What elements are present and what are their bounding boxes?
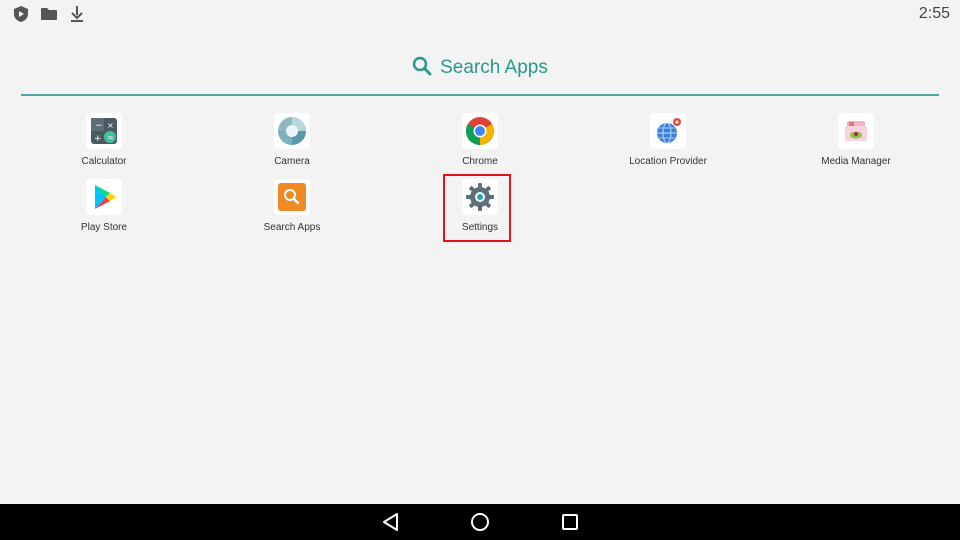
app-location-provider[interactable]: Location Provider: [574, 110, 762, 176]
app-camera[interactable]: Camera: [198, 110, 386, 176]
clock: 2:55: [918, 5, 950, 22]
search-apps-bar[interactable]: Search Apps: [0, 50, 960, 86]
calculator-icon: − × + =: [86, 113, 122, 149]
app-label: Location Provider: [629, 156, 707, 167]
home-icon: [471, 513, 489, 531]
folder-icon: [40, 5, 58, 23]
app-row: Play Store Search Apps Settings: [10, 176, 950, 242]
search-label: Search Apps: [440, 57, 548, 78]
app-label: Media Manager: [821, 156, 891, 167]
android-home-screen: 2:55 Search Apps − × + = Calculator Came…: [0, 0, 960, 540]
home-button[interactable]: [470, 512, 490, 532]
app-label: Search Apps: [263, 222, 321, 233]
svg-text:×: ×: [107, 121, 114, 130]
recents-button[interactable]: [560, 512, 580, 532]
back-icon: [383, 513, 398, 531]
app-label: Chrome: [462, 156, 498, 167]
camera-icon: [274, 113, 310, 149]
back-button[interactable]: [381, 512, 401, 532]
app-label: Calculator: [81, 156, 127, 167]
app-media-manager[interactable]: Media Manager: [762, 110, 950, 176]
svg-text:=: =: [107, 133, 114, 142]
notification-icons: [12, 5, 86, 23]
search-underline: [21, 94, 939, 96]
app-search-apps[interactable]: Search Apps: [198, 176, 386, 242]
play-protect-icon: [12, 5, 30, 23]
svg-text:−: −: [95, 121, 103, 131]
app-label: Play Store: [80, 222, 128, 233]
app-label: Settings: [461, 222, 499, 233]
app-label: Camera: [274, 156, 310, 167]
download-icon: [68, 5, 86, 23]
recents-icon: [562, 514, 578, 530]
chrome-icon: [462, 113, 498, 149]
app-play-store[interactable]: Play Store: [10, 176, 198, 242]
app-calculator[interactable]: − × + = Calculator: [10, 110, 198, 176]
play-store-icon: [86, 179, 122, 215]
app-chrome[interactable]: Chrome: [386, 110, 574, 176]
app-row: − × + = Calculator Camera Chrome Locatio…: [10, 110, 950, 176]
search-apps-icon: [274, 179, 310, 215]
navigation-bar: [0, 504, 960, 540]
settings-icon: [462, 179, 498, 215]
app-settings[interactable]: Settings: [386, 176, 574, 242]
svg-text:+: +: [94, 134, 102, 144]
media-manager-icon: [838, 113, 874, 149]
search-icon: [412, 56, 432, 81]
app-grid: − × + = Calculator Camera Chrome Locatio…: [10, 110, 950, 242]
status-bar: 2:55: [0, 0, 960, 28]
location-provider-icon: [650, 113, 686, 149]
